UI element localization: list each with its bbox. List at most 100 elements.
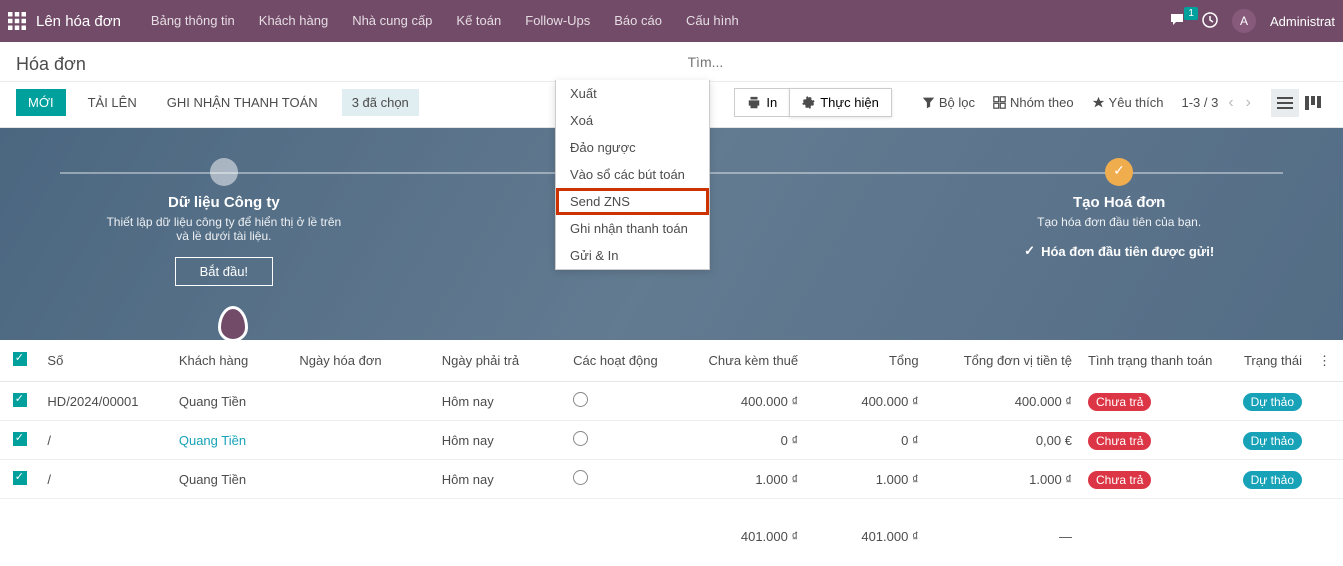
total-total: 401.000 ₫ [806, 499, 926, 555]
menu-reports[interactable]: Báo cáo [602, 0, 674, 42]
cell-currency-total: 0,00 € [927, 421, 1080, 460]
cell-payment-status: Chưa trả [1080, 460, 1222, 499]
clock-icon [573, 434, 588, 449]
cell-number: HD/2024/00001 [39, 382, 170, 421]
tear-icon [218, 306, 248, 342]
step-desc: Thiết lập dữ liệu công ty để hiển thị ở … [104, 215, 344, 243]
step-start-button[interactable]: Bắt đầu! [175, 257, 273, 286]
invoice-table: Số Khách hàng Ngày hóa đơn Ngày phải trả… [0, 340, 1343, 554]
msg-badge: 1 [1184, 7, 1198, 20]
printer-icon [747, 96, 761, 110]
col-currency-total[interactable]: Tổng đơn vị tiền tệ [927, 340, 1080, 382]
cell-total: 1.000 ₫ [806, 460, 926, 499]
cell-total: 400.000 ₫ [806, 382, 926, 421]
menu-config[interactable]: Cấu hình [674, 0, 751, 42]
cell-payment-status: Chưa trả [1080, 421, 1222, 460]
cell-customer: Quang Tiền [171, 382, 291, 421]
kanban-icon [1305, 96, 1321, 110]
gear-icon [802, 96, 815, 109]
clock-icon [573, 395, 588, 410]
favorites-button[interactable]: Yêu thích [1092, 95, 1164, 110]
col-payment-status[interactable]: Tình trạng thanh toán [1080, 340, 1222, 382]
action-reverse[interactable]: Đảo ngược [556, 134, 709, 161]
cell-invoice-date [291, 382, 433, 421]
menu-accounting[interactable]: Kế toán [444, 0, 513, 42]
funnel-icon [922, 96, 935, 109]
apps-icon[interactable] [8, 12, 26, 30]
step-title: Tạo Hoá đơn [915, 194, 1323, 211]
upload-button[interactable]: TẢI LÊN [80, 89, 145, 116]
col-untaxed[interactable]: Chưa kèm thuế [675, 340, 806, 382]
pager-prev[interactable]: ‹ [1226, 94, 1235, 112]
row-checkbox[interactable] [13, 471, 27, 485]
cell-due-date: Hôm nay [434, 382, 565, 421]
action-register-payment[interactable]: Ghi nhận thanh toán [556, 215, 709, 242]
cell-number: / [39, 460, 170, 499]
cell-currency-total: 400.000 ₫ [927, 382, 1080, 421]
cell-customer: Quang Tiền [171, 460, 291, 499]
new-button[interactable]: MỚI [16, 89, 66, 116]
cell-state: Dự thảo [1222, 382, 1310, 421]
print-button[interactable]: In [734, 88, 789, 117]
cell-activity[interactable] [565, 460, 675, 499]
col-options[interactable]: ⋮ [1310, 340, 1343, 382]
cell-invoice-date [291, 460, 433, 499]
table-row[interactable]: HD/2024/00001 Quang Tiền Hôm nay 400.000… [0, 382, 1343, 421]
col-number[interactable]: Số [39, 340, 170, 382]
check-icon: ✓ [1024, 243, 1035, 259]
col-state[interactable]: Trạng thái [1222, 340, 1310, 382]
cell-due-date: Hôm nay [434, 460, 565, 499]
cell-activity[interactable] [565, 421, 675, 460]
menu-dashboard[interactable]: Bảng thông tin [139, 0, 247, 42]
filters-button[interactable]: Bộ lọc [922, 95, 975, 110]
action-dropdown-button[interactable]: Thực hiện [789, 88, 892, 117]
user-name[interactable]: Administrat [1270, 14, 1335, 29]
pager-value: 1-3 / 3 [1181, 95, 1218, 110]
col-total[interactable]: Tổng [806, 340, 926, 382]
col-customer[interactable]: Khách hàng [171, 340, 291, 382]
row-checkbox[interactable] [13, 432, 27, 446]
action-dropdown-menu: Xuất Xoá Đảo ngược Vào sổ các bút toán S… [555, 80, 710, 270]
table-row[interactable]: / Quang Tiền Hôm nay 1.000 ₫ 1.000 ₫ 1.0… [0, 460, 1343, 499]
step-desc: Tạo hóa đơn đầu tiên của bạn. [999, 215, 1239, 229]
selection-count[interactable]: 3 đã chọn [342, 89, 419, 116]
select-all-checkbox[interactable] [13, 352, 27, 366]
list-view-button[interactable] [1271, 89, 1299, 117]
menu-customers[interactable]: Khách hàng [247, 0, 340, 42]
row-checkbox[interactable] [13, 393, 27, 407]
action-send-print[interactable]: Gửi & In [556, 242, 709, 269]
activity-icon[interactable] [1202, 12, 1218, 31]
total-currency: — [927, 499, 1080, 555]
groupby-button[interactable]: Nhóm theo [993, 95, 1074, 110]
brand[interactable]: Lên hóa đơn [36, 13, 121, 30]
menu-vendors[interactable]: Nhà cung cấp [340, 0, 444, 42]
action-delete[interactable]: Xoá [556, 107, 709, 134]
register-payment-button[interactable]: GHI NHẬN THANH TOÁN [159, 89, 326, 116]
messaging-icon[interactable]: 1 [1170, 13, 1188, 29]
cell-due-date: Hôm nay [434, 421, 565, 460]
action-post[interactable]: Vào sổ các bút toán [556, 161, 709, 188]
menu-followups[interactable]: Follow-Ups [513, 0, 602, 42]
action-export[interactable]: Xuất [556, 80, 709, 107]
total-untaxed: 401.000 ₫ [675, 499, 806, 555]
col-invoice-date[interactable]: Ngày hóa đơn [291, 340, 433, 382]
table-row[interactable]: / Quang Tiền Hôm nay 0 ₫ 0 ₫ 0,00 € Chưa… [0, 421, 1343, 460]
col-activities[interactable]: Các hoạt động [565, 340, 675, 382]
kanban-view-button[interactable] [1299, 89, 1327, 117]
cell-untaxed: 0 ₫ [675, 421, 806, 460]
cell-customer: Quang Tiền [171, 421, 291, 460]
pager-next[interactable]: › [1244, 94, 1253, 112]
onboarding-step-invoice: Tạo Hoá đơn Tạo hóa đơn đầu tiên của bạn… [895, 158, 1343, 340]
search-input[interactable] [688, 54, 1328, 70]
cell-number: / [39, 421, 170, 460]
step-done-label: ✓Hóa đơn đầu tiên được gửi! [1024, 243, 1214, 259]
cell-state: Dự thảo [1222, 421, 1310, 460]
clock-icon [573, 473, 588, 488]
action-send-zns[interactable]: Send ZNS [556, 188, 709, 215]
cell-activity[interactable] [565, 382, 675, 421]
top-nav: Lên hóa đơn Bảng thông tin Khách hàng Nh… [0, 0, 1343, 42]
col-due-date[interactable]: Ngày phải trả [434, 340, 565, 382]
cell-state: Dự thảo [1222, 460, 1310, 499]
avatar[interactable]: A [1232, 9, 1256, 33]
group-icon [993, 96, 1006, 109]
